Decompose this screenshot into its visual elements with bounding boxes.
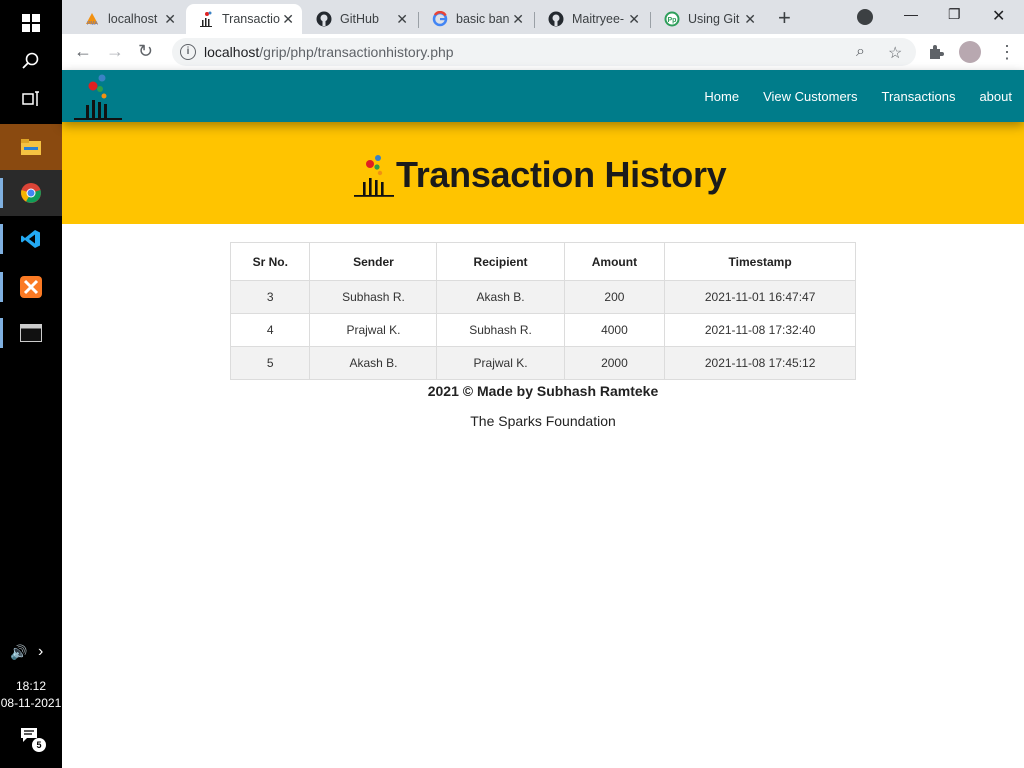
site-logo-icon bbox=[354, 155, 394, 197]
table-row: 3 Subhash R. Akash B. 200 2021-11-01 16:… bbox=[229, 280, 856, 314]
volume-icon[interactable]: 🔊 bbox=[10, 644, 27, 661]
nav-link-view-customers[interactable]: View Customers bbox=[763, 89, 857, 104]
tab-title: localhost bbox=[108, 12, 158, 26]
notification-badge: 5 bbox=[32, 738, 46, 752]
github-icon bbox=[316, 11, 332, 27]
table-cell: 5 bbox=[229, 346, 311, 380]
file-explorer-icon[interactable] bbox=[0, 124, 62, 170]
close-icon[interactable]: ✕ bbox=[628, 11, 640, 28]
zoom-icon[interactable]: ⌕ bbox=[856, 43, 865, 61]
site-info-icon[interactable]: i bbox=[180, 44, 196, 60]
tab-title: Using Git bbox=[688, 12, 740, 26]
close-icon[interactable]: ✕ bbox=[282, 11, 294, 28]
table-cell: 4 bbox=[229, 313, 311, 347]
table-cell: 2021-11-01 16:47:47 bbox=[664, 280, 856, 314]
table-cell: 200 bbox=[563, 280, 666, 314]
browser-toolbar: ← → ↻ i localhost/grip/php/transactionhi… bbox=[62, 34, 1024, 70]
phpmyadmin-icon: PMA bbox=[84, 11, 100, 27]
table-cell: Subhash R. bbox=[436, 313, 565, 347]
google-icon bbox=[432, 11, 448, 27]
extensions-icon[interactable] bbox=[928, 44, 944, 65]
task-view-icon[interactable] bbox=[0, 76, 62, 122]
close-icon[interactable]: ✕ bbox=[396, 11, 408, 28]
new-tab-icon[interactable]: + bbox=[778, 5, 791, 31]
svg-text:PMA: PMA bbox=[87, 21, 99, 26]
table-row: 4 Prajwal K. Subhash R. 4000 2021-11-08 … bbox=[229, 313, 856, 347]
column-header: Recipient bbox=[436, 242, 565, 281]
forward-icon[interactable]: → bbox=[106, 41, 124, 62]
table-cell: Subhash R. bbox=[309, 280, 438, 314]
url-path: /grip/php/transactionhistory.php bbox=[259, 44, 454, 60]
bookmark-star-icon[interactable]: ☆ bbox=[888, 43, 902, 63]
address-bar[interactable]: i localhost/grip/php/transactionhistory.… bbox=[172, 38, 916, 66]
web-page: Home View Customers Transactions about T… bbox=[62, 70, 1024, 768]
page-title: Transaction History bbox=[396, 154, 727, 195]
clock-date: 08-11-2021 bbox=[0, 696, 62, 710]
nav-links: Home View Customers Transactions about bbox=[680, 70, 1012, 122]
tab-transaction-history[interactable]: Transactio ✕ bbox=[186, 4, 302, 34]
column-header: Timestamp bbox=[664, 242, 856, 281]
close-icon[interactable]: ✕ bbox=[164, 11, 176, 28]
chrome-icon[interactable] bbox=[0, 170, 62, 216]
table-cell: 2021-11-08 17:45:12 bbox=[664, 346, 856, 380]
table-cell: Akash B. bbox=[436, 280, 565, 314]
reload-icon[interactable]: ↻ bbox=[138, 41, 153, 62]
windows-taskbar: 🔊 › 18:12 08-11-2021 5 bbox=[0, 0, 62, 768]
browser-tab-strip: PMA localhost ✕ Transactio ✕ GitHub ✕ ba… bbox=[62, 0, 1024, 34]
tab-title: basic ban bbox=[456, 12, 510, 26]
tab-using-git[interactable]: Pp Using Git ✕ bbox=[652, 4, 764, 34]
table-cell: 2021-11-08 17:32:40 bbox=[664, 313, 856, 347]
site-navbar: Home View Customers Transactions about bbox=[62, 70, 1024, 122]
nav-link-home[interactable]: Home bbox=[704, 89, 739, 104]
close-window-icon[interactable]: ✕ bbox=[992, 6, 1005, 26]
vscode-icon[interactable] bbox=[0, 216, 62, 262]
url-host: localhost bbox=[204, 44, 260, 60]
tab-search-icon[interactable] bbox=[857, 9, 873, 25]
close-icon[interactable]: ✕ bbox=[512, 11, 524, 28]
tab-github[interactable]: GitHub ✕ bbox=[304, 4, 416, 34]
system-clock[interactable]: 18:12 08-11-2021 bbox=[0, 678, 62, 712]
table-cell: Prajwal K. bbox=[309, 313, 438, 347]
svg-text:Pp: Pp bbox=[668, 17, 677, 24]
clock-time: 18:12 bbox=[15, 679, 47, 693]
table-header-row: Sr No. Sender Recipient Amount Timestamp bbox=[229, 242, 856, 281]
close-icon[interactable]: ✕ bbox=[744, 11, 756, 28]
url-text[interactable]: localhost/grip/php/transactionhistory.ph… bbox=[204, 44, 454, 60]
table-cell: 3 bbox=[229, 280, 311, 314]
github-icon bbox=[548, 11, 564, 27]
minimize-icon[interactable]: — bbox=[904, 6, 918, 22]
tab-google-search[interactable]: basic ban ✕ bbox=[420, 4, 532, 34]
column-header: Sender bbox=[309, 242, 438, 281]
nav-link-transactions[interactable]: Transactions bbox=[882, 89, 956, 104]
footer-org: The Sparks Foundation bbox=[470, 413, 616, 429]
column-header: Amount bbox=[563, 242, 666, 281]
site-logo-icon[interactable] bbox=[74, 72, 124, 120]
restore-icon[interactable]: ❐ bbox=[948, 6, 961, 23]
table-cell: Prajwal K. bbox=[436, 346, 565, 380]
tab-title: Transactio bbox=[222, 12, 280, 26]
footer-credit: 2021 © Made by Subhash Ramteke bbox=[427, 383, 659, 399]
table-cell: Akash B. bbox=[309, 346, 438, 380]
transaction-table: Sr No. Sender Recipient Amount Timestamp… bbox=[229, 242, 856, 380]
profile-avatar[interactable] bbox=[959, 41, 981, 63]
chevron-right-icon[interactable]: › bbox=[38, 643, 43, 661]
back-icon[interactable]: ← bbox=[74, 41, 92, 62]
tab-github-repo[interactable]: Maitryee- ✕ bbox=[536, 4, 648, 34]
table-cell: 4000 bbox=[563, 313, 666, 347]
pp-icon: Pp bbox=[664, 11, 680, 27]
nav-link-about[interactable]: about bbox=[979, 89, 1012, 104]
site-logo-icon bbox=[198, 11, 214, 27]
menu-kebab-icon[interactable]: ⋮ bbox=[998, 42, 1016, 63]
table-row: 5 Akash B. Prajwal K. 2000 2021-11-08 17… bbox=[229, 346, 856, 380]
table-cell: 2000 bbox=[563, 346, 666, 380]
column-header: Sr No. bbox=[229, 242, 311, 281]
hero-banner: Transaction History bbox=[62, 122, 1024, 224]
tab-title: GitHub bbox=[340, 12, 379, 26]
xampp-icon[interactable] bbox=[0, 264, 62, 310]
tab-title: Maitryee- bbox=[572, 12, 625, 26]
terminal-icon[interactable] bbox=[0, 310, 62, 356]
tab-localhost[interactable]: PMA localhost ✕ bbox=[72, 4, 184, 34]
